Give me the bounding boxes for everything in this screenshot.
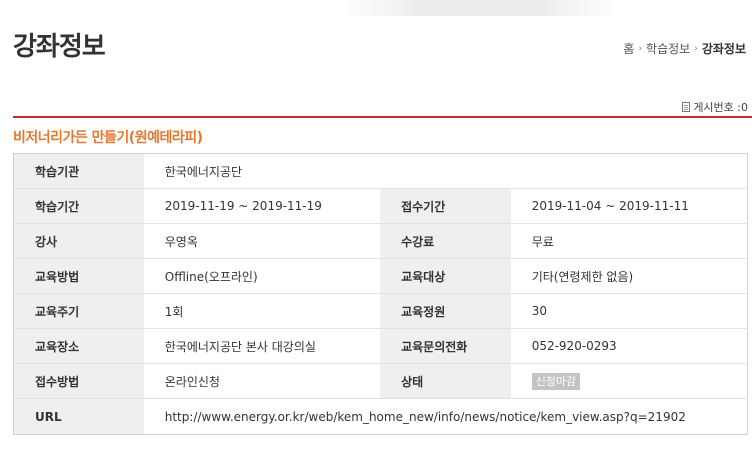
- chevron-right-icon: ›: [638, 43, 643, 54]
- status-badge: 신청마감: [531, 372, 581, 390]
- period-label: 학습기간: [13, 188, 144, 224]
- page-title: 강좌정보: [13, 32, 106, 62]
- url-link[interactable]: http://www.energy.or.kr/web/kem_home_new…: [144, 399, 748, 435]
- institution-label: 학습기관: [13, 153, 144, 189]
- instructor-value: 우영옥: [143, 223, 381, 259]
- table-row: 교육장소 한국에너지공단 본사 대강의실 교육문의전화 052-920-0293: [13, 328, 748, 364]
- breadcrumb-learning-info[interactable]: 학습정보: [646, 40, 690, 57]
- table-row: 학습기간 2019-11-19 ~ 2019-11-19 접수기간 2019-1…: [13, 188, 748, 224]
- institution-value: 한국에너지공단: [143, 153, 748, 189]
- phone-value: 052-920-0293: [510, 328, 748, 364]
- table-row: 접수방법 온라인신청 상태 신청마감: [13, 363, 748, 399]
- apply-method-value: 온라인신청: [143, 363, 381, 399]
- capacity-value: 30: [510, 293, 748, 329]
- place-value: 한국에너지공단 본사 대강의실: [143, 328, 381, 364]
- post-number: 게시번호 :0: [682, 99, 748, 115]
- target-label: 교육대상: [380, 258, 511, 294]
- cycle-label: 교육주기: [13, 293, 144, 329]
- table-row: 강사 우영옥 수강료 무료: [13, 223, 748, 259]
- status-label: 상태: [380, 363, 511, 399]
- table-row: 교육주기 1회 교육정원 30: [13, 293, 748, 329]
- method-label: 교육방법: [13, 258, 144, 294]
- fee-value: 무료: [510, 223, 748, 259]
- table-row: 교육방법 Offline(오프라인) 교육대상 기타(연령제한 없음): [13, 258, 748, 294]
- breadcrumb: 홈 › 학습정보 › 강좌정보: [623, 40, 746, 57]
- instructor-label: 강사: [13, 223, 144, 259]
- breadcrumb-home[interactable]: 홈: [623, 40, 634, 57]
- course-info-table: 학습기관 한국에너지공단 학습기간 2019-11-19 ~ 2019-11-1…: [13, 153, 748, 435]
- fee-label: 수강료: [380, 223, 511, 259]
- post-number-text: 게시번호 :0: [693, 101, 748, 114]
- phone-label: 교육문의전화: [380, 328, 511, 364]
- table-row: URL http://www.energy.or.kr/web/kem_home…: [13, 398, 748, 435]
- title-divider: [13, 116, 752, 118]
- place-label: 교육장소: [13, 328, 144, 364]
- breadcrumb-current: 강좌정보: [701, 42, 746, 56]
- apply-period-label: 접수기간: [380, 188, 511, 224]
- apply-period-value: 2019-11-04 ~ 2019-11-11: [510, 188, 748, 224]
- status-cell: 신청마감: [510, 363, 748, 399]
- url-label: URL: [13, 398, 144, 435]
- cycle-value: 1회: [143, 293, 381, 329]
- period-value: 2019-11-19 ~ 2019-11-19: [143, 188, 381, 224]
- target-value: 기타(연령제한 없음): [510, 258, 748, 294]
- capacity-label: 교육정원: [380, 293, 511, 329]
- chevron-right-icon: ›: [694, 43, 698, 54]
- course-title: 비저너리가든 만들기(원예테라피): [13, 130, 203, 146]
- table-row: 학습기관 한국에너지공단: [13, 153, 748, 189]
- top-decoration: [340, 0, 620, 16]
- document-icon: [682, 102, 691, 112]
- apply-method-label: 접수방법: [13, 363, 144, 399]
- method-value: Offline(오프라인): [143, 258, 381, 294]
